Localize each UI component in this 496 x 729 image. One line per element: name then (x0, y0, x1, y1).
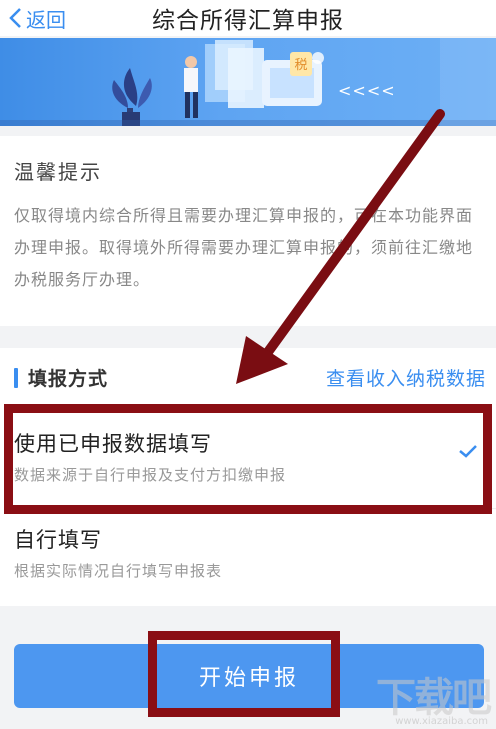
section-header: 填报方式 查看收入纳税数据 (0, 360, 496, 394)
chevron-left-icon (9, 8, 21, 28)
divider (14, 508, 496, 509)
watermark-logo: 下载吧 (376, 675, 492, 721)
notice-text: 仅取得境内综合所得且需要办理汇算申报的，可在本功能界面办理申报。取得境外所得需要… (14, 206, 474, 289)
option-self-fill[interactable]: 自行填写 根据实际情况自行填写申报表 (0, 510, 496, 610)
banner-graphic: 税 <<<< (0, 38, 496, 126)
tax-sign: 税 (294, 58, 307, 73)
notice-card: 温馨提示 仅取得境内综合所得且需要办理汇算申报的，可在本功能界面办理申报。取得境… (0, 136, 496, 326)
section-accent-bar (14, 368, 18, 388)
banner-illustration: 税 <<<< (0, 38, 496, 126)
nav-bar: 返回 综合所得汇算申报 (0, 0, 496, 36)
page-title: 综合所得汇算申报 (152, 8, 344, 34)
back-label: 返回 (26, 7, 66, 32)
option-use-declared-data[interactable]: 使用已申报数据填写 数据来源于自行申报及支付方扣缴申报 (0, 406, 496, 506)
option-title: 自行填写 (14, 528, 102, 552)
back-button[interactable]: 返回 (8, 4, 66, 32)
section-label: 填报方式 (28, 368, 109, 390)
option-subtitle: 数据来源于自行申报及支付方扣缴申报 (14, 466, 287, 484)
watermark-site: www.xiazaiba.com (395, 716, 488, 727)
filing-method-card: 填报方式 查看收入纳税数据 使用已申报数据填写 数据来源于自行申报及支付方扣缴申… (0, 348, 496, 606)
banner-arrows: <<<< (338, 81, 396, 100)
notice-title: 温馨提示 (14, 160, 102, 184)
view-income-tax-data-link[interactable]: 查看收入纳税数据 (326, 364, 486, 391)
option-subtitle: 根据实际情况自行填写申报表 (14, 562, 223, 580)
option-title: 使用已申报数据填写 (14, 432, 212, 456)
check-icon (459, 445, 477, 458)
